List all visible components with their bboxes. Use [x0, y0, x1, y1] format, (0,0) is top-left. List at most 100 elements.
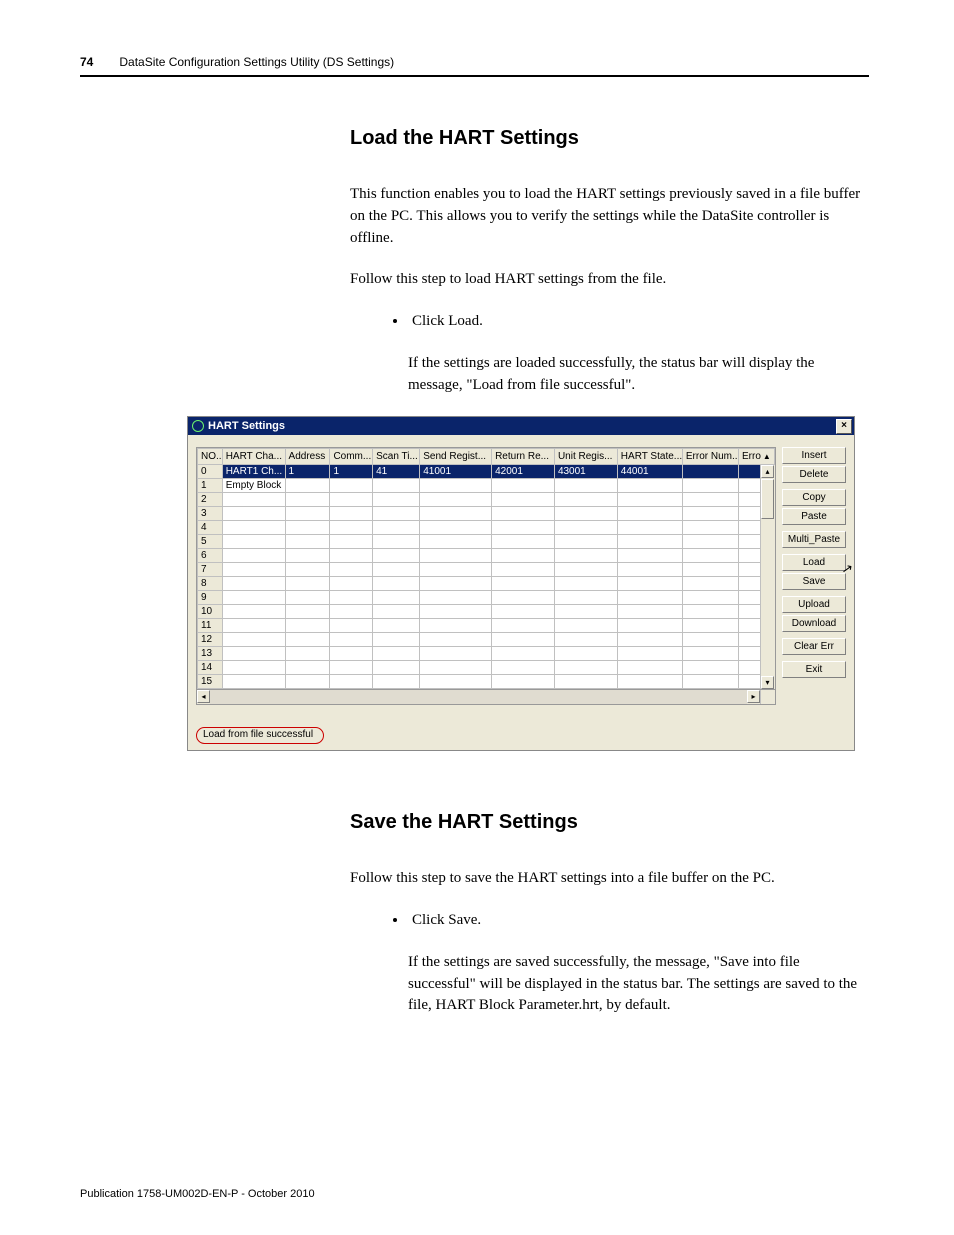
col-return-register[interactable]: Return Re...	[492, 449, 555, 465]
cell[interactable]	[373, 479, 420, 493]
scroll-up-icon[interactable]: ▴	[761, 465, 774, 478]
cell[interactable]	[373, 647, 420, 661]
scroll-right-icon[interactable]: ▸	[747, 690, 760, 703]
cell[interactable]	[330, 661, 373, 675]
cell[interactable]	[285, 493, 330, 507]
cell[interactable]	[554, 563, 617, 577]
close-icon[interactable]: ×	[836, 419, 852, 434]
cell[interactable]	[420, 563, 492, 577]
table-row[interactable]: 14	[198, 661, 775, 675]
cell[interactable]	[222, 577, 285, 591]
cell[interactable]	[420, 675, 492, 689]
cell[interactable]	[420, 633, 492, 647]
cell[interactable]	[492, 563, 555, 577]
settings-grid[interactable]: NO... HART Cha... Address Comm... Scan T…	[196, 447, 776, 690]
cell[interactable]: 13	[198, 647, 223, 661]
cell[interactable]	[554, 535, 617, 549]
cell[interactable]	[554, 493, 617, 507]
cell[interactable]	[373, 633, 420, 647]
cell[interactable]	[682, 549, 738, 563]
multi-paste-button[interactable]: Multi_Paste	[782, 531, 846, 548]
cell[interactable]	[682, 675, 738, 689]
cell[interactable]	[330, 493, 373, 507]
cell[interactable]	[420, 591, 492, 605]
cell[interactable]	[373, 521, 420, 535]
cell[interactable]	[222, 521, 285, 535]
table-row[interactable]: 12	[198, 633, 775, 647]
cell[interactable]	[617, 647, 682, 661]
cell[interactable]	[554, 577, 617, 591]
cell[interactable]	[330, 535, 373, 549]
cell[interactable]	[682, 619, 738, 633]
scroll-down-icon[interactable]: ▾	[761, 676, 774, 689]
cell[interactable]	[492, 647, 555, 661]
table-row[interactable]: 15	[198, 675, 775, 689]
col-unit-register[interactable]: Unit Regis...	[554, 449, 617, 465]
cell[interactable]: 4	[198, 521, 223, 535]
cell[interactable]	[222, 563, 285, 577]
cell[interactable]	[492, 605, 555, 619]
cell[interactable]	[682, 591, 738, 605]
cell[interactable]: 41001	[420, 465, 492, 479]
grid-header-row[interactable]: NO... HART Cha... Address Comm... Scan T…	[198, 449, 775, 465]
cell[interactable]	[373, 591, 420, 605]
cell[interactable]	[373, 661, 420, 675]
scroll-left-icon[interactable]: ◂	[197, 690, 210, 703]
cell[interactable]	[617, 479, 682, 493]
cell[interactable]	[420, 535, 492, 549]
cell[interactable]	[222, 535, 285, 549]
cell[interactable]	[682, 563, 738, 577]
cell[interactable]	[420, 507, 492, 521]
cell[interactable]	[330, 563, 373, 577]
cell[interactable]: Empty Block	[222, 479, 285, 493]
cell[interactable]: 9	[198, 591, 223, 605]
cell[interactable]	[492, 549, 555, 563]
cell[interactable]	[222, 591, 285, 605]
cell[interactable]	[682, 633, 738, 647]
cell[interactable]	[222, 493, 285, 507]
table-row[interactable]: 6	[198, 549, 775, 563]
cell[interactable]	[617, 605, 682, 619]
cell[interactable]	[330, 549, 373, 563]
load-button[interactable]: Load↖	[782, 554, 846, 571]
cell[interactable]	[420, 521, 492, 535]
cell[interactable]	[330, 479, 373, 493]
cell[interactable]	[492, 633, 555, 647]
cell[interactable]	[492, 661, 555, 675]
cell[interactable]	[492, 493, 555, 507]
cell[interactable]	[373, 549, 420, 563]
cell[interactable]	[617, 521, 682, 535]
cell[interactable]	[554, 479, 617, 493]
cell[interactable]	[373, 619, 420, 633]
table-row[interactable]: 2	[198, 493, 775, 507]
col-error-num[interactable]: Error Num...	[682, 449, 738, 465]
cell[interactable]	[285, 605, 330, 619]
cell[interactable]	[682, 577, 738, 591]
col-hart-state[interactable]: HART State...	[617, 449, 682, 465]
cell[interactable]	[330, 619, 373, 633]
cell[interactable]: 11	[198, 619, 223, 633]
cell[interactable]	[285, 549, 330, 563]
cell[interactable]	[420, 479, 492, 493]
cell[interactable]	[330, 507, 373, 521]
cell[interactable]	[492, 591, 555, 605]
exit-button[interactable]: Exit	[782, 661, 846, 678]
cell[interactable]: 44001	[617, 465, 682, 479]
col-hart-channel[interactable]: HART Cha...	[222, 449, 285, 465]
vertical-scrollbar[interactable]: ▴ ▾	[760, 465, 775, 689]
paste-button[interactable]: Paste	[782, 508, 846, 525]
cell[interactable]	[554, 605, 617, 619]
cell[interactable]	[554, 619, 617, 633]
cell[interactable]	[682, 535, 738, 549]
table-row[interactable]: 0HART1 Ch...114141001420014300144001	[198, 465, 775, 479]
cell[interactable]: 0	[198, 465, 223, 479]
col-address[interactable]: Address	[285, 449, 330, 465]
cell[interactable]	[617, 661, 682, 675]
upload-button[interactable]: Upload	[782, 596, 846, 613]
cell[interactable]	[492, 619, 555, 633]
cell[interactable]	[554, 661, 617, 675]
cell[interactable]	[285, 633, 330, 647]
cell[interactable]	[285, 661, 330, 675]
cell[interactable]	[617, 577, 682, 591]
cell[interactable]	[492, 535, 555, 549]
